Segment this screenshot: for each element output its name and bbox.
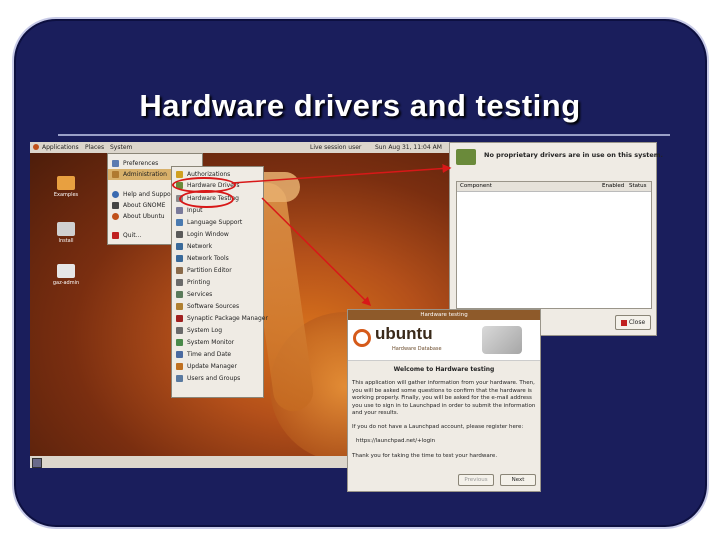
annotation-arrows [231,164,452,307]
arrow-to-testing [261,197,372,307]
slide: Hardware drivers and testing Application… [0,0,720,540]
arrow-to-drivers [231,164,452,184]
